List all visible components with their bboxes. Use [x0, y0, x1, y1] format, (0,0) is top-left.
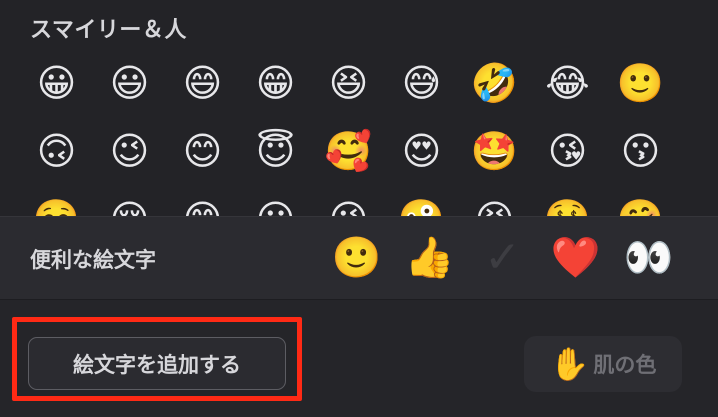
emoji-cell[interactable]: ☺️	[20, 198, 93, 216]
emoji-cell[interactable]: 😀	[20, 62, 93, 130]
emoji-cell[interactable]: 😆	[312, 62, 385, 130]
emoji-glyph: 😍	[401, 129, 442, 173]
emoji-cell[interactable]: 😛	[239, 198, 312, 216]
picker-footer: 絵文字を追加する ✋ 肌の色	[0, 300, 718, 417]
emoji-cell[interactable]: 🤩	[458, 130, 531, 198]
emoji-cell[interactable]: 😁	[239, 62, 312, 130]
emoji-grid: 😀 😃 😄 😁 😆 😅 🤣 😂 🙂 🙃 😉 😊 😇 🥰 😍 🤩 😘 😗 ☺️ 😚 😋 😛 😜 🤪 😝 🤑 🤗	[20, 62, 710, 216]
add-emoji-button[interactable]: 絵文字を追加する	[28, 337, 286, 390]
emoji-cell[interactable]: 😍	[385, 130, 458, 198]
emoji-glyph: 😃	[109, 61, 150, 105]
emoji-cell[interactable]: 😃	[93, 62, 166, 130]
emoji-cell[interactable]: 😇	[239, 130, 312, 198]
emoji-glyph: 🤑	[544, 198, 591, 216]
emoji-cell[interactable]: 🙃	[20, 130, 93, 198]
emoji-glyph: 😄	[182, 61, 223, 105]
emoji-cell[interactable]: 😉	[93, 130, 166, 198]
frequent-emoji-red-heart[interactable]: ❤️	[539, 235, 612, 281]
frequent-emojis-label: 便利な絵文字	[30, 248, 156, 272]
emoji-glyph: 😅	[401, 61, 442, 105]
emoji-glyph: 😊	[182, 129, 223, 173]
emoji-cell[interactable]: 😚	[93, 198, 166, 216]
emoji-glyph: 😝	[475, 198, 515, 216]
emoji-cell[interactable]: 😘	[531, 130, 604, 198]
emoji-cell[interactable]: 😊	[166, 130, 239, 198]
emoji-glyph: 😀	[36, 61, 77, 105]
emoji-glyph: 😜	[329, 198, 369, 216]
emoji-cell[interactable]: 😗	[604, 130, 677, 198]
emoji-glyph: 😋	[183, 198, 223, 216]
emoji-glyph: 🥰	[324, 129, 373, 173]
emoji-cell[interactable]: 😝	[458, 198, 531, 216]
emoji-glyph: 🤣	[470, 61, 519, 105]
emoji-cell[interactable]: 🤑	[531, 198, 604, 216]
emoji-glyph: 😉	[109, 129, 150, 173]
emoji-cell[interactable]: 🙂	[604, 62, 677, 130]
frequent-emoji-eyes[interactable]: 👀	[612, 235, 685, 281]
emoji-glyph: 😚	[110, 198, 150, 216]
raised-hand-icon: ✋	[549, 345, 590, 383]
skin-tone-label: 肌の色	[593, 353, 657, 377]
emoji-picker-panel: スマイリー＆人 😀 😃 😄 😁 😆 😅 🤣 😂 🙂 🙃 😉 😊 😇 🥰 😍 🤩 😘 😗 ☺️ 😚 😋 😛 😜 🤪 😝 🤑 🤗 便利な…	[0, 0, 718, 417]
emoji-cell[interactable]: 🤗	[604, 198, 677, 216]
emoji-glyph: ☺️	[33, 198, 80, 216]
emoji-cell[interactable]: 🤣	[458, 62, 531, 130]
emoji-cell[interactable]: 🥰	[312, 130, 385, 198]
skin-tone-button[interactable]: ✋ 肌の色	[524, 336, 682, 392]
emoji-cell[interactable]: 🤪	[385, 198, 458, 216]
emoji-glyph: 😇	[255, 129, 296, 173]
category-title: スマイリー＆人	[30, 18, 187, 43]
emoji-cell[interactable]: 😜	[312, 198, 385, 216]
emoji-cell[interactable]: 😄	[166, 62, 239, 130]
emoji-glyph: 😗	[620, 129, 661, 173]
emoji-glyph: 😛	[256, 198, 296, 216]
emoji-glyph: 😁	[255, 61, 296, 105]
frequent-emoji-check-mark[interactable]: ✓	[466, 235, 539, 281]
frequent-emoji-slightly-smiling-face[interactable]: 🙂	[320, 235, 393, 281]
emoji-glyph: 🤗	[617, 198, 664, 216]
emoji-cell[interactable]: 😋	[166, 198, 239, 216]
emoji-glyph: 🙂	[616, 61, 665, 105]
emoji-glyph: 🤪	[398, 198, 445, 216]
frequent-emojis-list: 🙂 👍 ✓ ❤️ 👀	[320, 235, 685, 282]
emoji-grid-area: スマイリー＆人 😀 😃 😄 😁 😆 😅 🤣 😂 🙂 🙃 😉 😊 😇 🥰 😍 🤩 😘 😗 ☺️ 😚 😋 😛 😜 🤪 😝 🤑 🤗	[0, 0, 718, 216]
emoji-glyph: 🤩	[470, 129, 519, 173]
emoji-glyph: 😂	[545, 61, 590, 105]
emoji-glyph: 🙃	[36, 129, 77, 173]
emoji-glyph: 😘	[547, 129, 588, 173]
emoji-glyph: 😆	[328, 61, 369, 105]
frequent-emojis-bar: 便利な絵文字 🙂 👍 ✓ ❤️ 👀	[0, 216, 718, 300]
emoji-cell[interactable]: 😂	[531, 62, 604, 130]
emoji-cell[interactable]: 😅	[385, 62, 458, 130]
frequent-emoji-thumbs-up[interactable]: 👍	[393, 235, 466, 281]
